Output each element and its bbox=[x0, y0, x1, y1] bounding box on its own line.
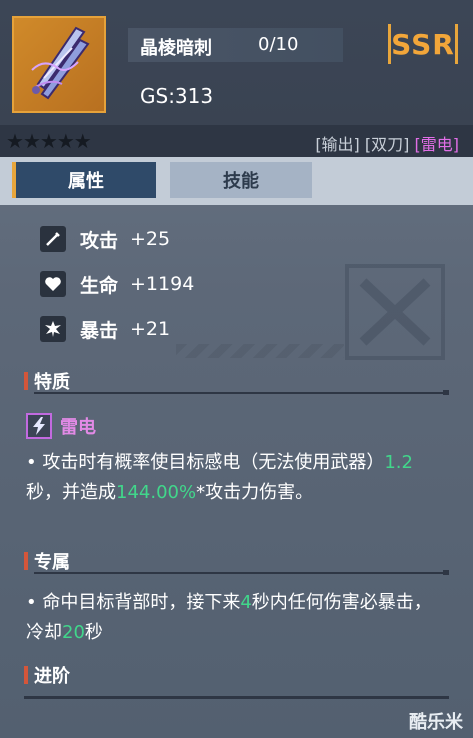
stat-value: +21 bbox=[130, 318, 171, 340]
divider bbox=[34, 392, 449, 394]
weapon-name: 晶棱暗刺 bbox=[140, 38, 212, 59]
stat-row-hp: 生命 +1194 bbox=[40, 269, 194, 299]
section-title: 特质 bbox=[34, 372, 70, 393]
star-rating: ★★★★★ bbox=[6, 129, 92, 153]
star-icon: ★ bbox=[73, 129, 92, 153]
divider-end bbox=[443, 570, 449, 575]
desc-text: • 攻击时有概率使目标感电（无法使用武器） bbox=[26, 452, 385, 473]
lightning-icon bbox=[26, 413, 52, 439]
stat-row-attack: 攻击 +25 bbox=[40, 224, 170, 254]
decorative-stripe bbox=[176, 344, 344, 358]
divider bbox=[34, 572, 449, 574]
section-accent-bar bbox=[24, 666, 28, 684]
section-title: 专属 bbox=[34, 552, 70, 573]
desc-text: 秒 bbox=[84, 622, 103, 643]
burst-icon bbox=[40, 316, 66, 342]
desc-text: • 命中目标背部时，接下来 bbox=[26, 592, 241, 613]
section-accent-bar bbox=[24, 552, 28, 570]
element-tag: [雷电] bbox=[414, 135, 460, 154]
exclusive-description: • 命中目标背部时，接下来4秒内任何伤害必暴击，冷却20秒 bbox=[26, 588, 446, 648]
desc-number: 144.00% bbox=[116, 482, 197, 503]
desc-number: 4 bbox=[240, 592, 252, 613]
desc-number: 1.2 bbox=[384, 452, 413, 473]
section-exclusive: 专属 bbox=[24, 548, 449, 575]
trait-header: 雷电 bbox=[26, 413, 96, 439]
sword-icon bbox=[40, 226, 66, 252]
gear-score: GS:313 bbox=[140, 84, 214, 108]
stat-label: 攻击 bbox=[80, 229, 119, 252]
tab-attributes[interactable]: 属性 bbox=[12, 162, 156, 198]
tab-skills[interactable]: 技能 bbox=[170, 162, 312, 198]
weapon-icon-frame[interactable] bbox=[12, 16, 106, 113]
section-accent-bar bbox=[24, 372, 28, 390]
weapon-type-tag: [双刀] bbox=[364, 135, 410, 154]
star-icon: ★ bbox=[56, 129, 75, 153]
stat-label: 暴击 bbox=[80, 319, 119, 342]
section-traits: 特质 bbox=[24, 368, 449, 395]
star-icon: ★ bbox=[6, 129, 24, 153]
rarity-badge: SSR bbox=[388, 24, 458, 64]
desc-number: 20 bbox=[62, 622, 85, 643]
heart-icon bbox=[40, 271, 66, 297]
weapon-type-watermark-icon bbox=[345, 264, 445, 360]
brand-watermark: 酷乐米 bbox=[409, 712, 463, 733]
divider-end bbox=[443, 390, 449, 395]
trait-name: 雷电 bbox=[60, 417, 96, 438]
section-title: 进阶 bbox=[34, 666, 70, 687]
star-icon: ★ bbox=[22, 129, 41, 153]
trait-description: • 攻击时有概率使目标感电（无法使用武器）1.2 秒，并造成144.00%*攻击力… bbox=[26, 448, 446, 508]
weapon-header: 晶棱暗刺 0/10 GS:313 SSR bbox=[0, 0, 473, 125]
desc-text: *攻击力伤害。 bbox=[196, 482, 314, 503]
stat-label: 生命 bbox=[80, 274, 119, 297]
star-icon: ★ bbox=[39, 129, 58, 153]
stat-row-crit: 暴击 +21 bbox=[40, 314, 170, 344]
stars-row: ★★★★★ [输出] [双刀] [雷电] bbox=[0, 125, 473, 157]
role-tag: [输出] bbox=[315, 135, 360, 154]
weapon-level: 0/10 bbox=[258, 34, 299, 55]
weapon-detail-panel: 晶棱暗刺 0/10 GS:313 SSR ★★★★★ [输出] [双刀] [雷电… bbox=[0, 0, 473, 738]
section-advance[interactable]: 进阶 bbox=[24, 662, 449, 688]
divider bbox=[24, 696, 449, 699]
dual-blade-icon bbox=[31, 26, 90, 100]
stat-value: +25 bbox=[130, 228, 171, 250]
stat-value: +1194 bbox=[130, 273, 195, 295]
desc-text: 秒，并造成 bbox=[26, 482, 116, 503]
weapon-tags: [输出] [双刀] [雷电] bbox=[315, 131, 459, 155]
